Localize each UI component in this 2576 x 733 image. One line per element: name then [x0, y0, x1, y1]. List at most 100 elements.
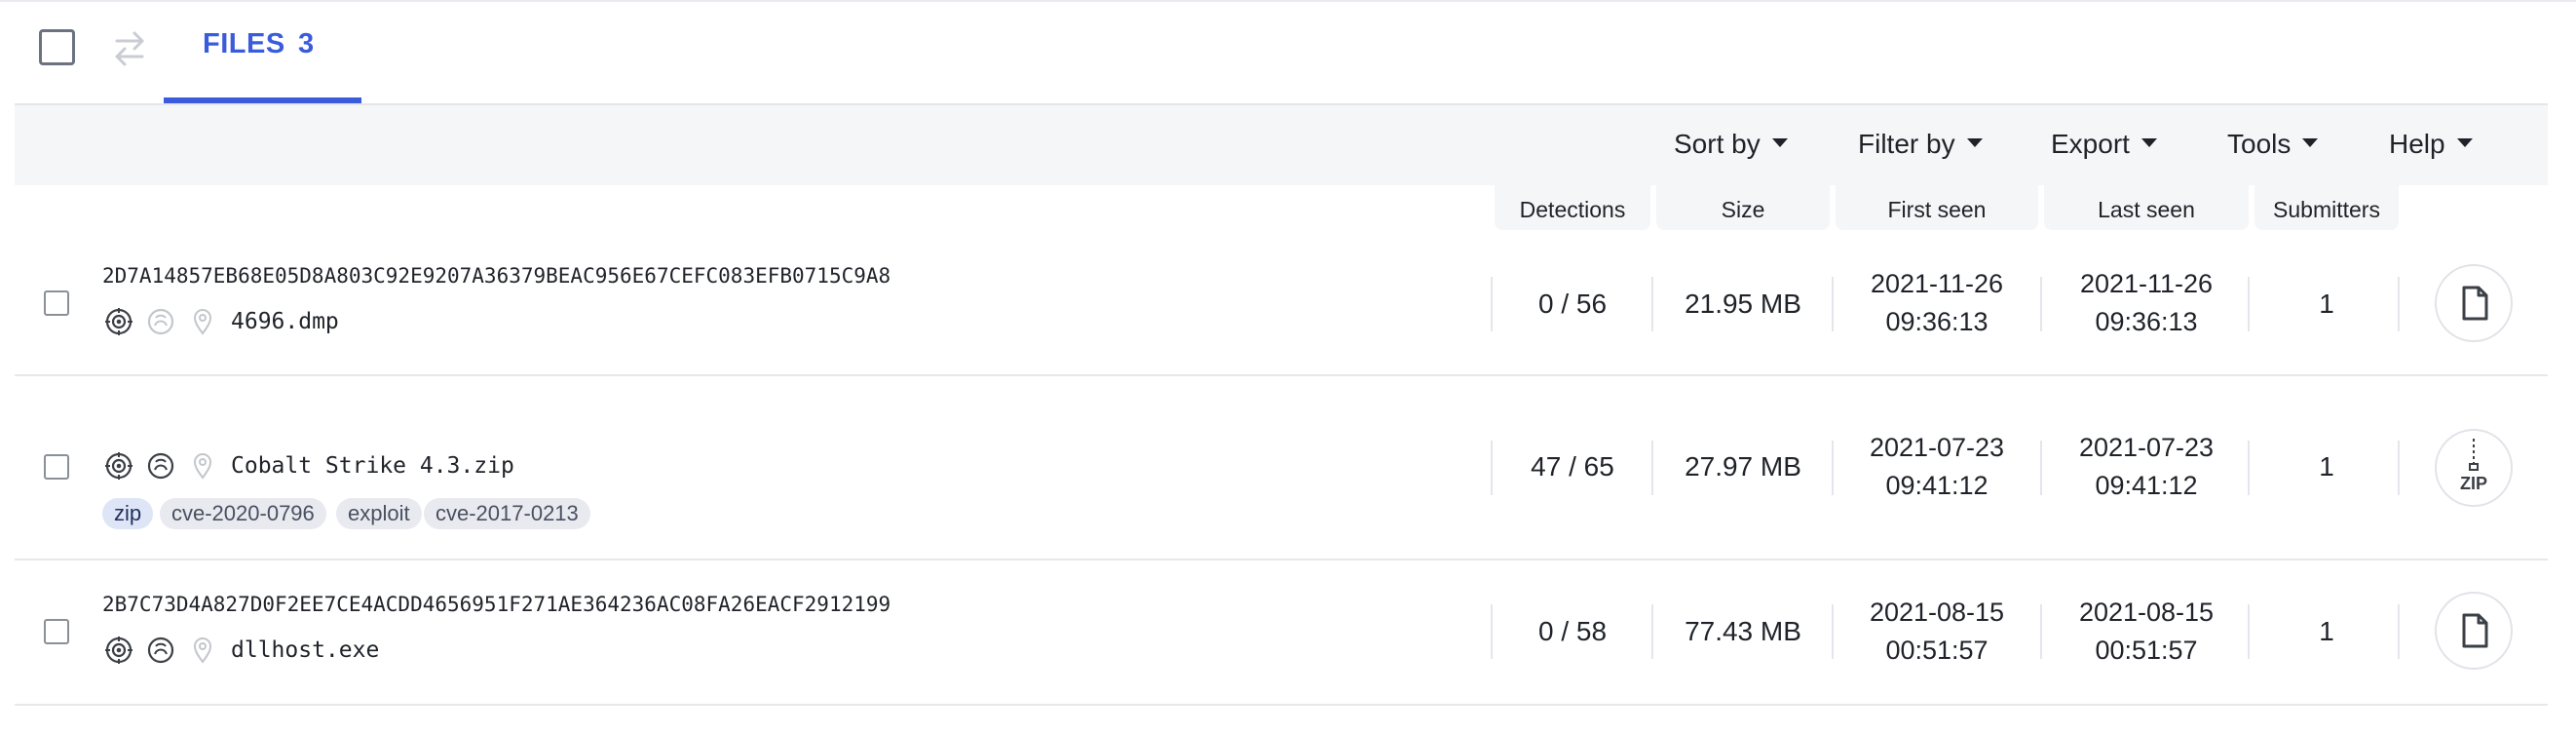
column-header-detections[interactable]: Detections [1495, 185, 1650, 230]
column-header-first-seen[interactable]: First seen [1836, 185, 2038, 230]
tab-files-label: FILES [203, 28, 285, 59]
column-divider [1651, 604, 1653, 659]
help-button[interactable]: Help [2389, 129, 2473, 160]
submitters-value: 1 [2319, 616, 2334, 646]
size-value: 27.97 MB [1685, 451, 1801, 482]
document-icon[interactable] [2435, 264, 2513, 342]
last-seen-value: 2021-11-26 09:36:13 [2044, 265, 2249, 341]
location-pin-icon[interactable] [188, 636, 217, 665]
export-label: Export [2051, 129, 2130, 159]
column-divider [1651, 277, 1653, 331]
file-name[interactable]: Cobalt Strike 4.3.zip [231, 453, 514, 479]
tag-chip[interactable]: exploit [336, 498, 422, 529]
column-divider [1491, 277, 1493, 331]
tab-files-count: 3 [298, 28, 315, 59]
column-divider [1832, 277, 1834, 331]
first-seen-date: 2021-07-23 [1869, 433, 2005, 462]
zip-label: ZIP [2459, 474, 2487, 493]
column-header-submitters[interactable]: Submitters [2254, 185, 2399, 230]
document-glyph [2462, 613, 2488, 648]
help-label: Help [2389, 129, 2445, 159]
sort-by-button[interactable]: Sort by [1674, 129, 1788, 160]
filter-by-label: Filter by [1858, 129, 1955, 159]
first-seen-time: 09:36:13 [1885, 307, 1989, 336]
column-divider [2040, 604, 2042, 659]
row-divider [15, 559, 2548, 560]
row-divider [15, 704, 2548, 706]
tools-button[interactable]: Tools [2227, 129, 2319, 160]
file-name[interactable]: 4696.dmp [231, 309, 339, 334]
location-pin-icon[interactable] [188, 307, 217, 336]
column-divider [1651, 441, 1653, 495]
select-all-checkbox[interactable] [39, 29, 75, 65]
first-seen-date: 2021-11-26 [1870, 269, 2004, 298]
column-divider [2248, 441, 2250, 495]
sort-by-label: Sort by [1674, 129, 1761, 159]
tools-label: Tools [2227, 129, 2292, 159]
column-divider [1832, 604, 1834, 659]
caret-down-icon [1966, 138, 1983, 148]
location-pin-icon[interactable] [188, 451, 217, 481]
caret-down-icon [2456, 138, 2473, 148]
column-divider [1491, 441, 1493, 495]
first-seen-time: 09:41:12 [1885, 471, 1989, 500]
first-seen-date: 2021-08-15 [1869, 598, 2005, 627]
column-divider [1832, 441, 1834, 495]
submitters-value: 1 [2319, 451, 2334, 482]
column-divider [2040, 441, 2042, 495]
last-seen-value: 2021-07-23 09:41:12 [2044, 429, 2249, 505]
first-seen-value: 2021-11-26 09:36:13 [1836, 265, 2038, 341]
document-icon[interactable] [2435, 592, 2513, 670]
sandbox-icon[interactable] [146, 451, 175, 481]
column-divider [2398, 604, 2400, 659]
file-hash[interactable]: 2B7C73D4A827D0F2EE7CE4ACDD4656951F271AE3… [102, 593, 890, 616]
detections-value: 0 / 58 [1537, 616, 1608, 646]
last-seen-date: 2021-08-15 [2078, 598, 2215, 627]
tag-list: zip cve-2020-0796 exploit cve-2017-0213 [102, 498, 648, 529]
detections-value: 0 / 56 [1537, 289, 1608, 319]
column-header-last-seen[interactable]: Last seen [2044, 185, 2249, 230]
last-seen-date: 2021-11-26 [2079, 269, 2214, 298]
row-checkbox[interactable] [44, 619, 69, 644]
first-seen-value: 2021-07-23 09:41:12 [1836, 429, 2038, 505]
zip-icon[interactable]: ZIP [2435, 429, 2513, 507]
tab-bar: FILES 3 [0, 0, 2576, 105]
caret-down-icon [2140, 138, 2157, 148]
column-header-size[interactable]: Size [1656, 185, 1830, 230]
file-hash[interactable]: 2D7A14857EB68E05D8A803C92E9207A36379BEAC… [102, 264, 890, 288]
sandbox-icon[interactable] [146, 307, 175, 336]
row-checkbox[interactable] [44, 290, 69, 316]
export-button[interactable]: Export [2051, 129, 2157, 160]
document-glyph [2462, 286, 2488, 321]
column-divider [2248, 604, 2250, 659]
filter-by-button[interactable]: Filter by [1858, 129, 1983, 160]
size-value: 21.95 MB [1685, 289, 1801, 319]
sandbox-icon[interactable] [146, 636, 175, 665]
size-value: 77.43 MB [1685, 616, 1801, 646]
file-name[interactable]: dllhost.exe [231, 637, 379, 663]
caret-down-icon [2302, 138, 2319, 148]
column-divider [1491, 604, 1493, 659]
last-seen-time: 09:41:12 [2095, 471, 2198, 500]
column-divider [2398, 441, 2400, 495]
scanner-target-icon[interactable] [104, 636, 133, 665]
row-divider [15, 374, 2548, 376]
tag-chip[interactable]: cve-2017-0213 [424, 498, 590, 529]
swap-arrows-icon[interactable] [109, 27, 150, 70]
last-seen-date: 2021-07-23 [2078, 433, 2215, 462]
tag-chip[interactable]: zip [102, 498, 154, 529]
column-divider [2040, 277, 2042, 331]
tab-files[interactable]: FILES 3 [164, 2, 361, 105]
detections-value: 47 / 65 [1531, 451, 1614, 482]
scanner-target-icon[interactable] [104, 307, 133, 336]
submitters-value: 1 [2319, 289, 2334, 319]
first-seen-value: 2021-08-15 00:51:57 [1836, 594, 2038, 670]
row-checkbox[interactable] [44, 454, 69, 480]
tag-chip[interactable]: cve-2020-0796 [160, 498, 326, 529]
column-divider [2398, 277, 2400, 331]
column-divider [2248, 277, 2250, 331]
scanner-target-icon[interactable] [104, 451, 133, 481]
caret-down-icon [1771, 138, 1788, 148]
last-seen-time: 00:51:57 [2095, 636, 2198, 665]
toolbar: Sort by Filter by Export Tools Help [15, 105, 2548, 185]
